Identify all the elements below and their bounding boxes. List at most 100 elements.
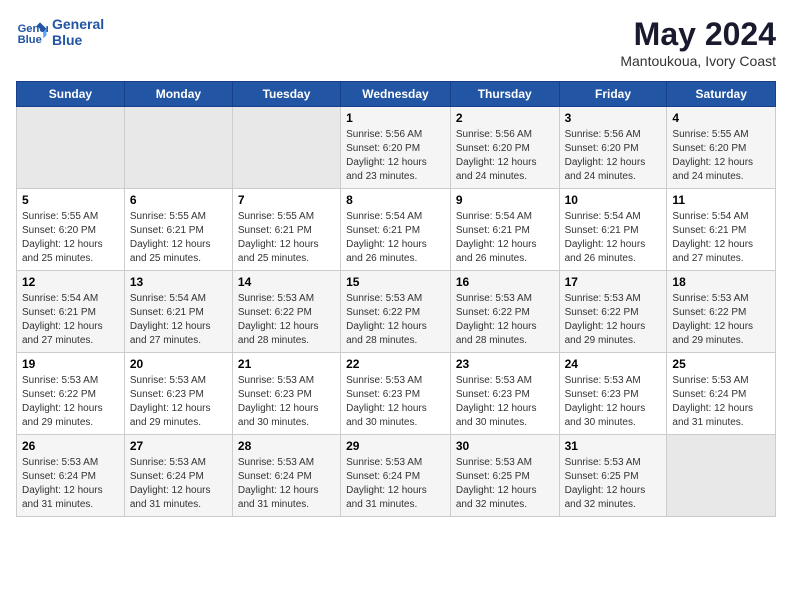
day-number: 9 — [456, 193, 554, 207]
day-info: Sunrise: 5:53 AM Sunset: 6:24 PM Dayligh… — [130, 456, 227, 512]
day-info: Sunrise: 5:53 AM Sunset: 6:23 PM Dayligh… — [346, 374, 445, 430]
calendar-cell: 2 Sunrise: 5:56 AM Sunset: 6:20 PM Daylig… — [450, 107, 559, 189]
day-info: Sunrise: 5:53 AM Sunset: 6:22 PM Dayligh… — [565, 292, 662, 348]
calendar-cell — [17, 107, 125, 189]
day-number: 10 — [565, 193, 662, 207]
header-day-friday: Friday — [559, 82, 667, 107]
day-number: 4 — [672, 111, 770, 125]
calendar-cell: 17 Sunrise: 5:53 AM Sunset: 6:22 PM Dayli… — [559, 271, 667, 353]
day-info: Sunrise: 5:53 AM Sunset: 6:23 PM Dayligh… — [238, 374, 335, 430]
calendar-cell — [124, 107, 232, 189]
calendar-cell — [667, 435, 776, 517]
day-number: 26 — [22, 439, 119, 453]
day-number: 15 — [346, 275, 445, 289]
calendar-cell: 24Sunrise: 5:53 AM Sunset: 6:23 PM Dayli… — [559, 353, 667, 435]
day-info: Sunrise: 5:54 AM Sunset: 6:21 PM Dayligh… — [130, 292, 227, 348]
day-info: Sunrise: 5:53 AM Sunset: 6:24 PM Dayligh… — [238, 456, 335, 512]
calendar-cell: 8 Sunrise: 5:54 AM Sunset: 6:21 PM Daylig… — [341, 189, 451, 271]
day-info: Sunrise: 5:54 AM Sunset: 6:21 PM Dayligh… — [565, 210, 662, 266]
week-row-5: 26 Sunrise: 5:53 AM Sunset: 6:24 PM Dayli… — [17, 435, 776, 517]
calendar-cell: 16Sunrise: 5:53 AM Sunset: 6:22 PM Dayli… — [450, 271, 559, 353]
calendar-cell: 31Sunrise: 5:53 AM Sunset: 6:25 PM Dayli… — [559, 435, 667, 517]
day-info: Sunrise: 5:55 AM Sunset: 6:20 PM Dayligh… — [22, 210, 119, 266]
day-number: 12 — [22, 275, 119, 289]
day-info: Sunrise: 5:53 AM Sunset: 6:22 PM Dayligh… — [22, 374, 119, 430]
day-info: Sunrise: 5:53 AM Sunset: 6:23 PM Dayligh… — [130, 374, 227, 430]
calendar-cell: 29 Sunrise: 5:53 AM Sunset: 6:24 PM Dayli… — [341, 435, 451, 517]
day-number: 20 — [130, 357, 227, 371]
logo: General Blue General Blue — [16, 16, 104, 48]
day-info: Sunrise: 5:53 AM Sunset: 6:24 PM Dayligh… — [22, 456, 119, 512]
calendar-cell: 21Sunrise: 5:53 AM Sunset: 6:23 PM Dayli… — [232, 353, 340, 435]
day-number: 17 — [565, 275, 662, 289]
calendar-cell: 5 Sunrise: 5:55 AM Sunset: 6:20 PM Daylig… — [17, 189, 125, 271]
day-number: 2 — [456, 111, 554, 125]
calendar-cell: 3Sunrise: 5:56 AM Sunset: 6:20 PM Daylig… — [559, 107, 667, 189]
day-info: Sunrise: 5:53 AM Sunset: 6:22 PM Dayligh… — [346, 292, 445, 348]
calendar-cell: 7 Sunrise: 5:55 AM Sunset: 6:21 PM Daylig… — [232, 189, 340, 271]
week-row-4: 19 Sunrise: 5:53 AM Sunset: 6:22 PM Dayli… — [17, 353, 776, 435]
day-number: 29 — [346, 439, 445, 453]
week-row-2: 5 Sunrise: 5:55 AM Sunset: 6:20 PM Daylig… — [17, 189, 776, 271]
day-info: Sunrise: 5:53 AM Sunset: 6:22 PM Dayligh… — [238, 292, 335, 348]
day-info: Sunrise: 5:53 AM Sunset: 6:22 PM Dayligh… — [672, 292, 770, 348]
calendar-cell: 30 Sunrise: 5:53 AM Sunset: 6:25 PM Dayli… — [450, 435, 559, 517]
calendar-cell: 26 Sunrise: 5:53 AM Sunset: 6:24 PM Dayli… — [17, 435, 125, 517]
header-day-monday: Monday — [124, 82, 232, 107]
svg-text:Blue: Blue — [18, 34, 42, 46]
day-info: Sunrise: 5:55 AM Sunset: 6:21 PM Dayligh… — [238, 210, 335, 266]
header-row: SundayMondayTuesdayWednesdayThursdayFrid… — [17, 82, 776, 107]
day-info: Sunrise: 5:53 AM Sunset: 6:24 PM Dayligh… — [672, 374, 770, 430]
header-day-thursday: Thursday — [450, 82, 559, 107]
calendar-cell: 18 Sunrise: 5:53 AM Sunset: 6:22 PM Dayli… — [667, 271, 776, 353]
day-info: Sunrise: 5:54 AM Sunset: 6:21 PM Dayligh… — [456, 210, 554, 266]
day-info: Sunrise: 5:53 AM Sunset: 6:24 PM Dayligh… — [346, 456, 445, 512]
week-row-1: 1 Sunrise: 5:56 AM Sunset: 6:20 PM Daylig… — [17, 107, 776, 189]
title-block: May 2024 Mantoukoua, Ivory Coast — [620, 16, 776, 69]
day-number: 5 — [22, 193, 119, 207]
day-number: 19 — [22, 357, 119, 371]
calendar-cell: 23Sunrise: 5:53 AM Sunset: 6:23 PM Dayli… — [450, 353, 559, 435]
day-info: Sunrise: 5:53 AM Sunset: 6:23 PM Dayligh… — [456, 374, 554, 430]
header-day-tuesday: Tuesday — [232, 82, 340, 107]
day-number: 11 — [672, 193, 770, 207]
calendar-cell: 25Sunrise: 5:53 AM Sunset: 6:24 PM Dayli… — [667, 353, 776, 435]
day-number: 6 — [130, 193, 227, 207]
day-number: 3 — [565, 111, 662, 125]
day-number: 16 — [456, 275, 554, 289]
header-day-wednesday: Wednesday — [341, 82, 451, 107]
day-info: Sunrise: 5:55 AM Sunset: 6:21 PM Dayligh… — [130, 210, 227, 266]
calendar-cell: 14Sunrise: 5:53 AM Sunset: 6:22 PM Dayli… — [232, 271, 340, 353]
calendar-cell: 1 Sunrise: 5:56 AM Sunset: 6:20 PM Daylig… — [341, 107, 451, 189]
calendar-cell: 20 Sunrise: 5:53 AM Sunset: 6:23 PM Dayli… — [124, 353, 232, 435]
calendar-cell: 12 Sunrise: 5:54 AM Sunset: 6:21 PM Dayli… — [17, 271, 125, 353]
day-number: 31 — [565, 439, 662, 453]
calendar-cell: 19 Sunrise: 5:53 AM Sunset: 6:22 PM Dayli… — [17, 353, 125, 435]
day-number: 1 — [346, 111, 445, 125]
main-title: May 2024 — [620, 16, 776, 53]
day-number: 18 — [672, 275, 770, 289]
day-info: Sunrise: 5:54 AM Sunset: 6:21 PM Dayligh… — [672, 210, 770, 266]
day-number: 28 — [238, 439, 335, 453]
day-info: Sunrise: 5:53 AM Sunset: 6:25 PM Dayligh… — [456, 456, 554, 512]
calendar-cell — [232, 107, 340, 189]
day-number: 24 — [565, 357, 662, 371]
day-number: 7 — [238, 193, 335, 207]
calendar-cell: 15 Sunrise: 5:53 AM Sunset: 6:22 PM Dayli… — [341, 271, 451, 353]
calendar-table: SundayMondayTuesdayWednesdayThursdayFrid… — [16, 81, 776, 517]
page-header: General Blue General Blue May 2024 Manto… — [16, 16, 776, 69]
day-number: 8 — [346, 193, 445, 207]
day-info: Sunrise: 5:54 AM Sunset: 6:21 PM Dayligh… — [346, 210, 445, 266]
day-info: Sunrise: 5:56 AM Sunset: 6:20 PM Dayligh… — [456, 128, 554, 184]
day-number: 27 — [130, 439, 227, 453]
day-info: Sunrise: 5:54 AM Sunset: 6:21 PM Dayligh… — [22, 292, 119, 348]
subtitle: Mantoukoua, Ivory Coast — [620, 53, 776, 69]
day-info: Sunrise: 5:56 AM Sunset: 6:20 PM Dayligh… — [346, 128, 445, 184]
calendar-cell: 10 Sunrise: 5:54 AM Sunset: 6:21 PM Dayli… — [559, 189, 667, 271]
logo-icon: General Blue — [16, 16, 48, 48]
calendar-cell: 13 Sunrise: 5:54 AM Sunset: 6:21 PM Dayli… — [124, 271, 232, 353]
day-number: 30 — [456, 439, 554, 453]
day-number: 13 — [130, 275, 227, 289]
calendar-cell: 28 Sunrise: 5:53 AM Sunset: 6:24 PM Dayli… — [232, 435, 340, 517]
header-day-sunday: Sunday — [17, 82, 125, 107]
